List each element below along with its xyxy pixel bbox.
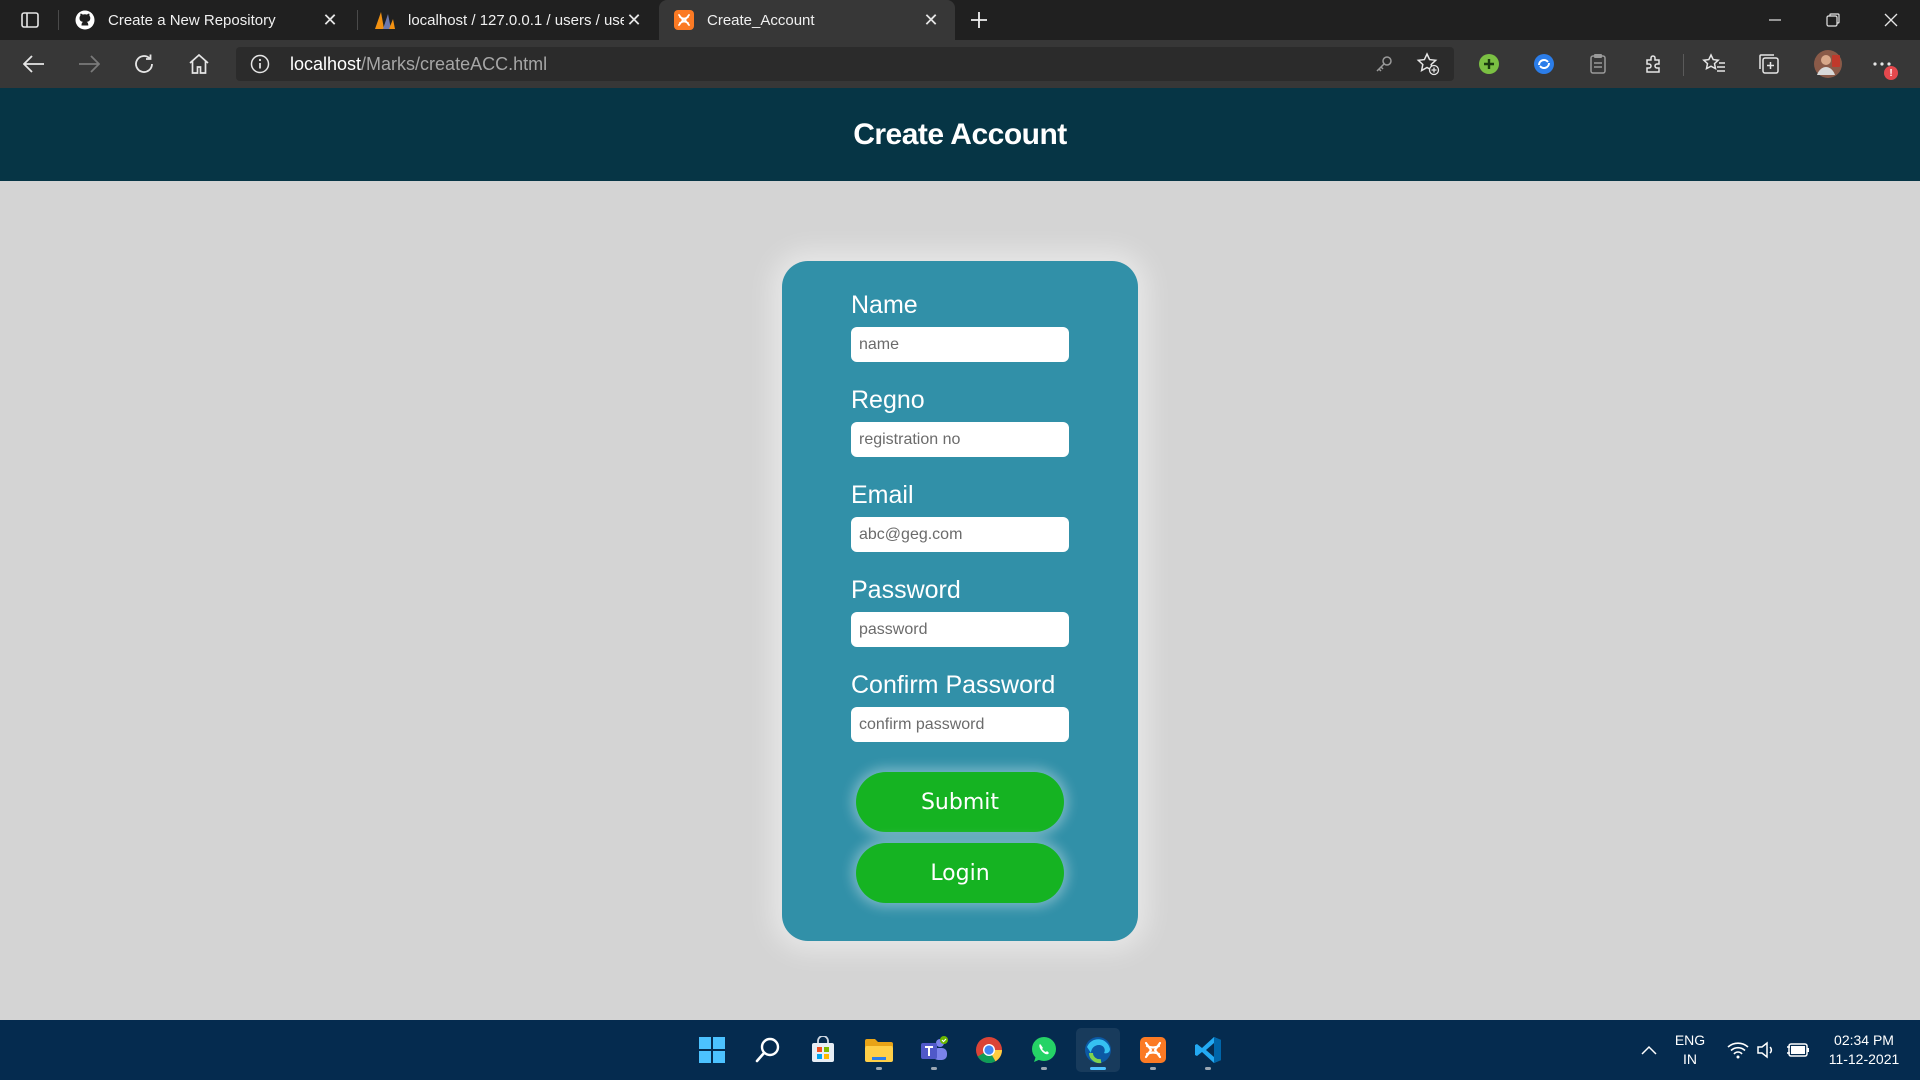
page-header: Create Account (0, 88, 1920, 181)
page-title: Create Account (853, 117, 1067, 151)
phpmyadmin-icon (374, 9, 396, 31)
clock-time: 02:34 PM (1834, 1032, 1894, 1048)
key-icon[interactable] (1372, 52, 1396, 76)
refresh-icon[interactable] (126, 48, 162, 80)
battery-icon[interactable] (1786, 1038, 1810, 1062)
create-account-form: Name Regno Email Password Confirm Passwo… (782, 261, 1138, 941)
clock-date: 11-12-2021 (1828, 1051, 1900, 1067)
email-label: Email (851, 481, 914, 509)
wifi-icon[interactable] (1726, 1038, 1750, 1062)
submit-button[interactable]: Submit (856, 772, 1064, 832)
running-indicator (931, 1067, 937, 1070)
tab-title: Create a New Repository (108, 11, 276, 29)
extension-sync-icon[interactable] (1530, 50, 1558, 78)
tab-separator (357, 10, 358, 30)
avatar[interactable] (1812, 48, 1844, 80)
chrome-icon[interactable] (967, 1028, 1011, 1072)
xampp-icon[interactable] (1131, 1028, 1175, 1072)
confirm-password-input[interactable] (851, 707, 1069, 742)
store-icon[interactable] (801, 1028, 845, 1072)
notification-badge: ! (1884, 66, 1898, 80)
minimize-icon[interactable] (1746, 0, 1804, 40)
windows-taskbar: ENG IN 02:34 PM 11-12-2021 (0, 1020, 1920, 1080)
new-tab-icon[interactable] (964, 6, 994, 34)
forward-arrow-icon[interactable] (71, 48, 107, 80)
chevron-up-icon[interactable] (1637, 1038, 1661, 1062)
tab-github[interactable]: Create a New Repository ✕ (60, 0, 354, 40)
name-label: Name (851, 291, 918, 319)
extensions-puzzle-icon[interactable] (1640, 50, 1668, 78)
extension-add-icon[interactable] (1475, 50, 1503, 78)
password-input[interactable] (851, 612, 1069, 647)
close-icon[interactable]: ✕ (919, 8, 943, 32)
github-icon (74, 9, 96, 31)
back-arrow-icon[interactable] (16, 48, 52, 80)
email-input[interactable] (851, 517, 1069, 552)
confirm-password-label: Confirm Password (851, 671, 1056, 699)
running-indicator (1041, 1067, 1047, 1070)
restore-icon[interactable] (1804, 0, 1862, 40)
more-menu-icon[interactable]: ! (1868, 50, 1898, 80)
running-indicator (1090, 1067, 1106, 1070)
url-text: localhost/Marks/createACC.html (290, 54, 547, 75)
browser-toolbar: localhost/Marks/createACC.html ! (0, 40, 1920, 88)
tab-title: Create_Account (707, 11, 815, 29)
tab-actions-icon[interactable] (12, 6, 48, 34)
collections-icon[interactable] (1755, 50, 1783, 78)
home-icon[interactable] (181, 48, 217, 80)
teams-icon[interactable] (912, 1028, 956, 1072)
browser-tab-strip: Create a New Repository ✕ localhost / 12… (0, 0, 1920, 40)
region-code: IN (1683, 1051, 1697, 1067)
password-label: Password (851, 576, 961, 604)
address-bar[interactable]: localhost/Marks/createACC.html (236, 47, 1454, 81)
whatsapp-icon[interactable] (1022, 1028, 1066, 1072)
running-indicator (1205, 1067, 1211, 1070)
favorites-icon[interactable] (1700, 50, 1728, 78)
url-path: /Marks/createACC.html (361, 54, 548, 74)
running-indicator (1150, 1067, 1156, 1070)
regno-label: Regno (851, 386, 925, 414)
site-info-icon[interactable] (250, 54, 270, 74)
close-icon[interactable]: ✕ (318, 8, 342, 32)
clock[interactable]: 02:34 PM 11-12-2021 (1818, 1031, 1910, 1069)
tab-title: localhost / 127.0.0.1 / users / use (408, 11, 624, 29)
regno-input[interactable] (851, 422, 1069, 457)
xampp-icon (673, 9, 695, 31)
add-favorite-icon[interactable] (1416, 52, 1440, 76)
search-icon[interactable] (746, 1028, 790, 1072)
tab-create-account[interactable]: Create_Account ✕ (659, 0, 955, 40)
login-button[interactable]: Login (856, 843, 1064, 903)
running-indicator (876, 1067, 882, 1070)
edge-icon[interactable] (1076, 1028, 1120, 1072)
name-input[interactable] (851, 327, 1069, 362)
close-icon[interactable]: ✕ (622, 8, 646, 32)
vscode-icon[interactable] (1186, 1028, 1230, 1072)
tab-phpmyadmin[interactable]: localhost / 127.0.0.1 / users / use ✕ (360, 0, 658, 40)
url-host: localhost (290, 54, 362, 74)
volume-icon[interactable] (1754, 1038, 1778, 1062)
start-icon[interactable] (690, 1028, 734, 1072)
close-window-icon[interactable] (1862, 0, 1920, 40)
language-indicator[interactable]: ENG IN (1668, 1031, 1712, 1069)
toolbar-divider (1683, 54, 1684, 76)
file-explorer-icon[interactable] (857, 1028, 901, 1072)
tab-separator (58, 10, 59, 30)
extension-clipboard-icon[interactable] (1585, 50, 1613, 78)
language-code: ENG (1674, 1032, 1706, 1048)
